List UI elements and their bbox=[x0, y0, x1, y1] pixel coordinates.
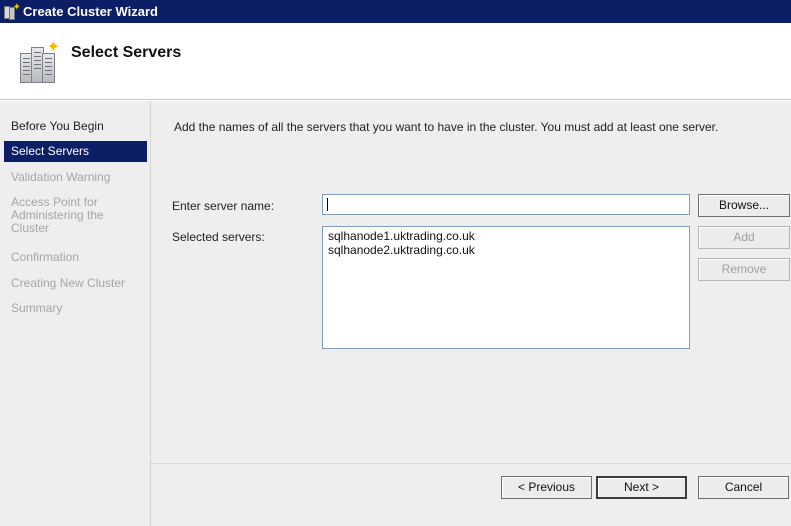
server-name-field[interactable] bbox=[323, 195, 689, 214]
next-button[interactable]: Next > bbox=[596, 476, 687, 499]
wizard-footer bbox=[151, 463, 791, 526]
step-creating-new-cluster: Creating New Cluster bbox=[11, 276, 126, 290]
remove-button[interactable]: Remove bbox=[698, 258, 790, 281]
step-validation-warning: Validation Warning bbox=[11, 170, 111, 184]
page-title: Select Servers bbox=[71, 44, 182, 61]
step-access-point: Access Point for Administering the Clust… bbox=[11, 195, 104, 235]
wizard-header: ✦ Select Servers bbox=[0, 23, 791, 100]
cluster-wizard-icon: ✦ bbox=[4, 2, 21, 20]
cancel-button[interactable]: Cancel bbox=[698, 476, 789, 499]
step-select-servers[interactable]: Select Servers bbox=[4, 141, 147, 162]
instructions-text: Add the names of all the servers that yo… bbox=[174, 120, 719, 134]
title-bar: ✦ Create Cluster Wizard bbox=[0, 0, 791, 23]
server-name-input[interactable] bbox=[322, 194, 690, 215]
step-before-you-begin[interactable]: Before You Begin bbox=[4, 120, 147, 133]
list-item-server[interactable]: sqlhanode1.uktrading.co.uk bbox=[328, 229, 684, 243]
list-item-server[interactable]: sqlhanode2.uktrading.co.uk bbox=[328, 243, 684, 257]
step-summary: Summary bbox=[11, 301, 63, 315]
selected-servers-list[interactable]: sqlhanode1.uktrading.co.uk sqlhanode2.uk… bbox=[322, 226, 690, 349]
selected-servers-label: Selected servers: bbox=[172, 230, 265, 244]
step-confirmation: Confirmation bbox=[11, 250, 80, 264]
text-caret bbox=[327, 198, 328, 211]
servers-icon: ✦ bbox=[20, 39, 60, 83]
browse-button[interactable]: Browse... bbox=[698, 194, 790, 217]
add-button[interactable]: Add bbox=[698, 226, 790, 249]
server-name-label: Enter server name: bbox=[172, 199, 275, 213]
window-title: Create Cluster Wizard bbox=[23, 4, 158, 19]
previous-button[interactable]: < Previous bbox=[501, 476, 592, 499]
